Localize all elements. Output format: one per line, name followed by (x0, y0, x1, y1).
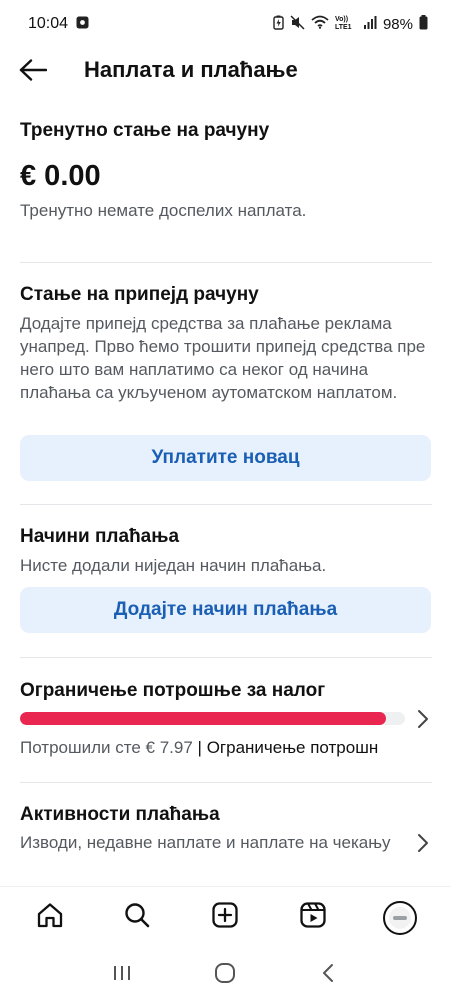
app-header: Наплата и плаћање (0, 48, 450, 94)
spending-limit-section[interactable]: Ограничење потрошње за налог (20, 680, 432, 702)
search-icon (123, 901, 151, 934)
chevron-left-icon (321, 963, 335, 988)
current-balance-amount: € 0.00 (20, 160, 101, 192)
prepaid-title: Стање на припејд рачуну (20, 284, 259, 305)
status-bar: 10:04 Vo)) LTE1 98% (0, 0, 450, 48)
nav-reels[interactable] (291, 896, 335, 940)
mute-icon (290, 14, 305, 34)
wifi-icon (311, 15, 329, 33)
signal-icon (363, 15, 377, 33)
spending-summary: Потрошили сте € 7.97 | Ограничење потрош… (20, 738, 434, 758)
payment-activity-section[interactable]: Активности плаћања Изводи, недавне напла… (20, 804, 400, 854)
bottom-navigation (0, 886, 450, 948)
divider (20, 782, 432, 783)
add-funds-button[interactable]: Уплатите новац (20, 435, 431, 481)
add-payment-method-button[interactable]: Додајте начин плаћања (20, 587, 431, 633)
payment-activity-title: Активности плаћања (20, 804, 220, 825)
nav-home[interactable] (28, 896, 72, 940)
spending-limit-link[interactable]: Ограничење потрошн (207, 738, 379, 757)
payment-activity-description: Изводи, недавне наплате и наплате на чек… (20, 833, 391, 852)
back-arrow-icon (19, 58, 48, 86)
separator: | (197, 738, 202, 757)
current-balance-note: Тренутно немате доспелих наплата. (20, 201, 307, 220)
status-time: 10:04 (28, 15, 69, 32)
spending-limit-title: Ограничење потрошње за налог (20, 680, 326, 701)
battery-percent: 98% (382, 15, 413, 33)
nav-create[interactable] (203, 896, 247, 940)
current-balance-section: Тренутно стање на рачуну (20, 120, 432, 142)
recent-apps-icon (112, 964, 132, 987)
system-navigation (0, 950, 450, 1000)
create-icon (211, 901, 239, 934)
home-icon (36, 901, 64, 934)
battery-saver-icon (273, 15, 284, 34)
chevron-right-icon[interactable] (414, 832, 432, 854)
spending-limit-progress-fill (20, 712, 386, 725)
payment-methods-description: Нисте додали ниједан начин плаћања. (20, 556, 327, 575)
reels-icon (299, 901, 327, 934)
divider (20, 262, 432, 263)
divider (20, 657, 432, 658)
page-title: Наплата и плаћање (84, 57, 298, 82)
current-balance-title: Тренутно стање на рачуну (20, 120, 270, 141)
battery-icon (419, 14, 428, 34)
back-nav-button[interactable] (310, 957, 346, 993)
network-type-label: Vo)) LTE1 (334, 16, 352, 31)
recent-apps-button[interactable] (104, 957, 140, 993)
payment-methods-title: Начини плаћања (20, 526, 180, 547)
payment-methods-section: Начини плаћања Нисте додали ниједан начи… (20, 526, 432, 577)
screenshot-notification-icon (76, 16, 89, 33)
amount-spent-text: Потрошили сте € 7.97 (20, 738, 193, 757)
prepaid-balance-section: Стање на припејд рачуну Додајте припејд … (20, 284, 432, 404)
divider (20, 504, 432, 505)
spending-limit-progress-bar (20, 712, 405, 725)
back-button[interactable] (14, 54, 52, 90)
chevron-right-icon[interactable] (414, 708, 432, 730)
avatar (383, 900, 418, 935)
prepaid-description: Додајте припејд средства за плаћање рекл… (20, 314, 426, 402)
home-circle-icon (214, 962, 236, 989)
home-button[interactable] (207, 957, 243, 993)
nav-profile[interactable] (378, 896, 422, 940)
nav-search[interactable] (115, 896, 159, 940)
